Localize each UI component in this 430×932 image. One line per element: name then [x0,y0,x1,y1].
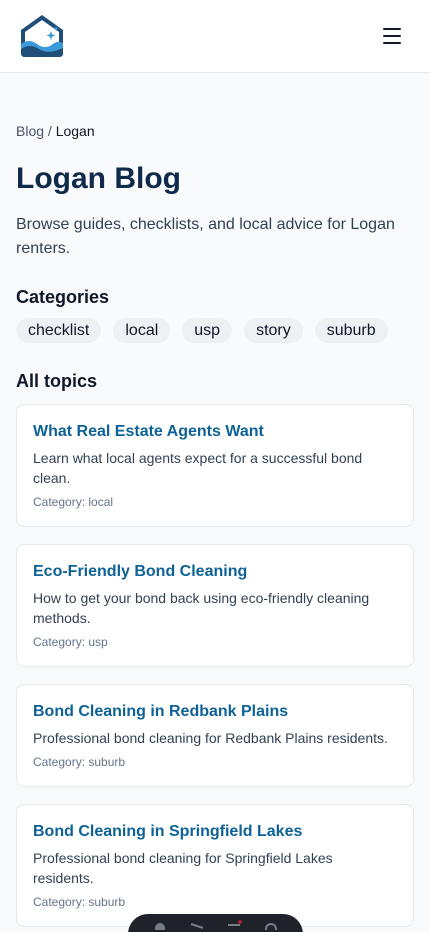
category-chip-local[interactable]: local [113,318,171,343]
menu-line [383,42,401,44]
category-chip-checklist[interactable]: checklist [16,318,102,343]
topic-card-category: Category: suburb [33,895,126,909]
topic-card: Eco-Friendly Bond Cleaning How to get yo… [16,544,414,667]
topic-card-description: Learn what local agents expect for a suc… [33,450,363,486]
breadcrumb-current: Logan [55,123,95,139]
category-chip-story[interactable]: story [244,318,303,343]
topic-list: What Real Estate Agents Want Learn what … [16,404,414,927]
breadcrumb: Blog / Logan [16,123,414,139]
menu-line [383,28,401,30]
topic-card-title-link[interactable]: What Real Estate Agents Want [33,422,397,442]
category-chip-usp[interactable]: usp [182,318,233,343]
page-intro: Browse guides, checklists, and local adv… [16,216,395,257]
site-header [0,0,430,73]
topic-card-description: How to get your bond back using eco-frie… [33,590,370,626]
page-title: Logan Blog [16,162,181,195]
hamburger-menu-icon[interactable] [380,24,404,48]
all-topics-heading: All topics [16,371,98,391]
toolbar-settings-icon[interactable] [263,920,279,930]
topic-card-title-link[interactable]: Bond Cleaning in Redbank Plains [33,702,397,722]
topic-card-title-link[interactable]: Eco-Friendly Bond Cleaning [33,562,397,582]
main-content: Blog / Logan Logan Blog Browse guides, c… [0,123,430,927]
site-logo-icon[interactable] [17,13,67,59]
topic-card-description: Professional bond cleaning for Springfie… [33,850,333,886]
categories-heading: Categories [16,287,110,307]
menu-line [383,35,401,37]
topic-card-category: Category: local [33,495,114,509]
breadcrumb-separator: / [47,123,52,139]
toolbar-tool-icon[interactable] [152,920,168,930]
topic-card: What Real Estate Agents Want Learn what … [16,404,414,527]
breadcrumb-blog-link[interactable]: Blog [16,123,44,139]
toolbar-tool-icon[interactable] [226,920,242,930]
category-chips: checklist local usp story suburb [16,318,414,343]
topic-card-description: Professional bond cleaning for Redbank P… [33,730,388,746]
topic-card-title-link[interactable]: Bond Cleaning in Springfield Lakes [33,822,397,842]
floating-toolbar[interactable] [128,914,303,932]
topic-card: Bond Cleaning in Redbank Plains Professi… [16,684,414,787]
topic-card-category: Category: suburb [33,755,126,769]
topic-card: Bond Cleaning in Springfield Lakes Profe… [16,804,414,927]
toolbar-tool-icon[interactable] [189,920,205,930]
topic-card-category: Category: usp [33,635,108,649]
category-chip-suburb[interactable]: suburb [314,318,388,343]
